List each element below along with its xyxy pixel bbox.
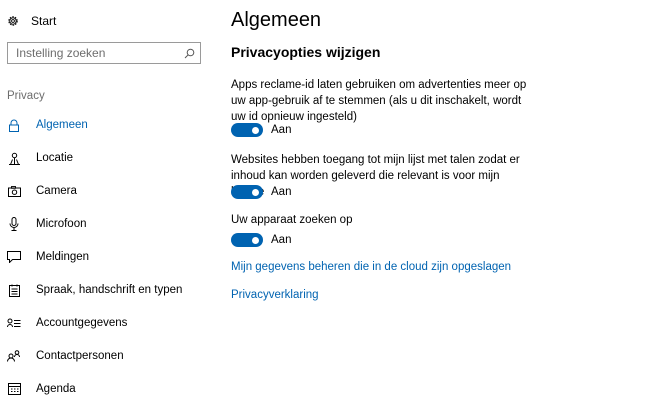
settings-search-box — [7, 42, 201, 64]
sidebar-item-accountgegevens[interactable]: Accountgegevens — [0, 310, 210, 336]
language-list-setting: Aan — [231, 185, 291, 199]
sidebar-item-spraak[interactable]: Spraak, handschrift en typen — [0, 277, 210, 303]
sidebar-item-label: Contactpersonen — [36, 350, 124, 362]
toggle-state-label: Aan — [271, 186, 292, 198]
sidebar-item-camera[interactable]: Camera — [0, 178, 210, 204]
advertising-id-description: Apps reclame-id laten gebruiken om adver… — [231, 79, 527, 123]
search-icon[interactable] — [178, 48, 200, 59]
sidebar-item-label: Agenda — [36, 383, 76, 395]
advertising-id-toggle[interactable] — [231, 123, 263, 137]
sidebar-item-locatie[interactable]: Locatie — [0, 145, 210, 171]
microphone-icon — [7, 217, 21, 231]
toggle-state-label: Aan — [271, 234, 292, 246]
sidebar-item-label: Accountgegevens — [36, 317, 128, 329]
sidebar-item-label: Microfoon — [36, 218, 87, 230]
calendar-icon — [7, 382, 21, 396]
sidebar-item-contactpersonen[interactable]: Contactpersonen — [0, 343, 210, 369]
sidebar-item-label: Spraak, handschrift en typen — [36, 284, 183, 296]
page-title: Algemeen — [231, 9, 322, 31]
gear-icon — [8, 16, 18, 26]
toggle-knob — [252, 126, 259, 134]
notification-icon — [7, 250, 21, 264]
camera-icon — [7, 184, 21, 198]
language-list-toggle[interactable] — [231, 185, 263, 199]
lock-icon — [7, 118, 21, 132]
privacy-section-label: Privacy — [7, 90, 45, 102]
section-title: Privacyopties wijzigen — [231, 44, 381, 60]
sidebar-item-agenda[interactable]: Agenda — [0, 376, 210, 398]
find-device-setting: Aan — [231, 233, 291, 247]
sidebar-item-meldingen[interactable]: Meldingen — [0, 244, 210, 270]
toggle-knob — [252, 236, 259, 244]
account-info-icon — [7, 316, 21, 330]
sidebar-item-label: Camera — [36, 185, 77, 197]
sidebar-item-microfoon[interactable]: Microfoon — [0, 211, 210, 237]
start-nav-item[interactable]: Start — [7, 12, 56, 30]
contacts-icon — [7, 349, 21, 363]
toggle-knob — [252, 188, 259, 196]
sidebar-item-label: Locatie — [36, 152, 74, 164]
find-device-toggle[interactable] — [231, 233, 263, 247]
sidebar-item-algemeen[interactable]: Algemeen — [0, 112, 210, 138]
location-icon — [7, 151, 21, 165]
speech-icon — [7, 283, 21, 297]
start-label: Start — [31, 14, 57, 28]
search-input[interactable] — [8, 43, 178, 63]
advertising-id-setting: Aan — [231, 123, 291, 137]
manage-cloud-data-link[interactable]: Mijn gegevens beheren die in de cloud zi… — [231, 261, 511, 273]
sidebar: Start Privacy Algemeen Locatie Camera — [0, 0, 215, 398]
privacy-statement-link[interactable]: Privacyverklaring — [231, 289, 319, 301]
toggle-state-label: Aan — [271, 124, 292, 136]
find-device-description: Uw apparaat zoeken op — [231, 214, 353, 226]
sidebar-item-label: Algemeen — [36, 119, 88, 131]
sidebar-item-label: Meldingen — [36, 251, 90, 263]
